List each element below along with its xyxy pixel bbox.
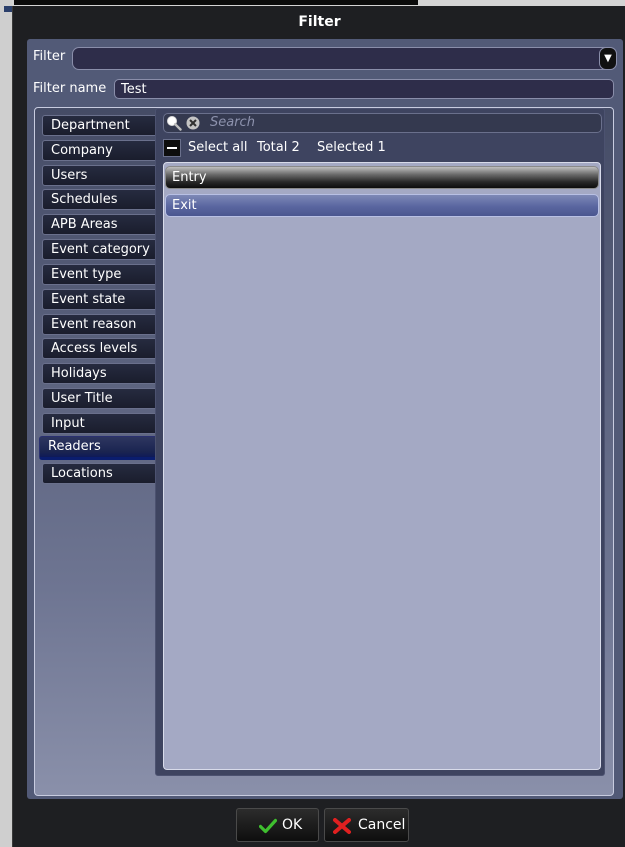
filter-body: Department Company Users Schedules APB A… (34, 107, 614, 796)
tab-user-title[interactable]: User Title (42, 388, 157, 409)
search-box[interactable]: Search (163, 113, 602, 133)
tab-event-category[interactable]: Event category (42, 239, 157, 260)
filter-label: Filter (33, 49, 66, 64)
tab-company[interactable]: Company (42, 140, 157, 161)
search-icon[interactable] (166, 115, 182, 131)
readers-list: Entry Exit (163, 162, 601, 770)
cancel-button[interactable]: Cancel (324, 808, 409, 842)
chevron-down-icon[interactable]: ▼ (599, 47, 617, 70)
list-item-exit[interactable]: Exit (165, 194, 599, 217)
filter-dialog: Filter Filter ▼ Filter name Test Departm… (12, 6, 625, 847)
checkmark-icon (259, 818, 277, 834)
tab-event-type[interactable]: Event type (42, 264, 157, 285)
ok-button-label: OK (282, 817, 303, 833)
clear-search-icon[interactable] (186, 116, 200, 130)
tab-readers[interactable]: Readers (39, 436, 157, 460)
list-item-entry[interactable]: Entry (165, 166, 599, 189)
tab-schedules[interactable]: Schedules (42, 189, 157, 210)
tab-holidays[interactable]: Holidays (42, 363, 157, 384)
background-left-strip (0, 0, 12, 847)
tab-apb-areas[interactable]: APB Areas (42, 214, 157, 235)
total-count: Total 2 (257, 140, 300, 155)
tab-event-reason[interactable]: Event reason (42, 314, 157, 335)
cancel-button-label: Cancel (358, 817, 406, 833)
background-bar (14, 0, 418, 5)
filter-name-label: Filter name (33, 81, 107, 96)
tab-department[interactable]: Department (42, 115, 157, 136)
search-placeholder: Search (210, 115, 255, 130)
filter-name-input[interactable]: Test (114, 79, 614, 99)
ok-button[interactable]: OK (236, 808, 319, 842)
selected-count: Selected 1 (317, 140, 386, 155)
select-all-label[interactable]: Select all (188, 140, 247, 155)
tab-locations[interactable]: Locations (42, 463, 157, 484)
filter-dropdown[interactable]: ▼ (72, 47, 617, 70)
tab-input[interactable]: Input (42, 413, 157, 434)
select-all-checkbox[interactable] (163, 139, 181, 157)
selection-bar: Select all Total 2 Selected 1 (163, 139, 603, 159)
tab-event-state[interactable]: Event state (42, 289, 157, 310)
readers-content: Search Select all Total 2 Selected 1 Ent… (155, 108, 605, 776)
tab-access-levels[interactable]: Access levels (42, 338, 157, 359)
tab-users[interactable]: Users (42, 165, 157, 186)
x-icon (333, 818, 351, 834)
background-mark (4, 6, 12, 12)
dialog-title: Filter (298, 14, 341, 30)
filter-panel: Filter ▼ Filter name Test Department Com… (27, 39, 623, 799)
